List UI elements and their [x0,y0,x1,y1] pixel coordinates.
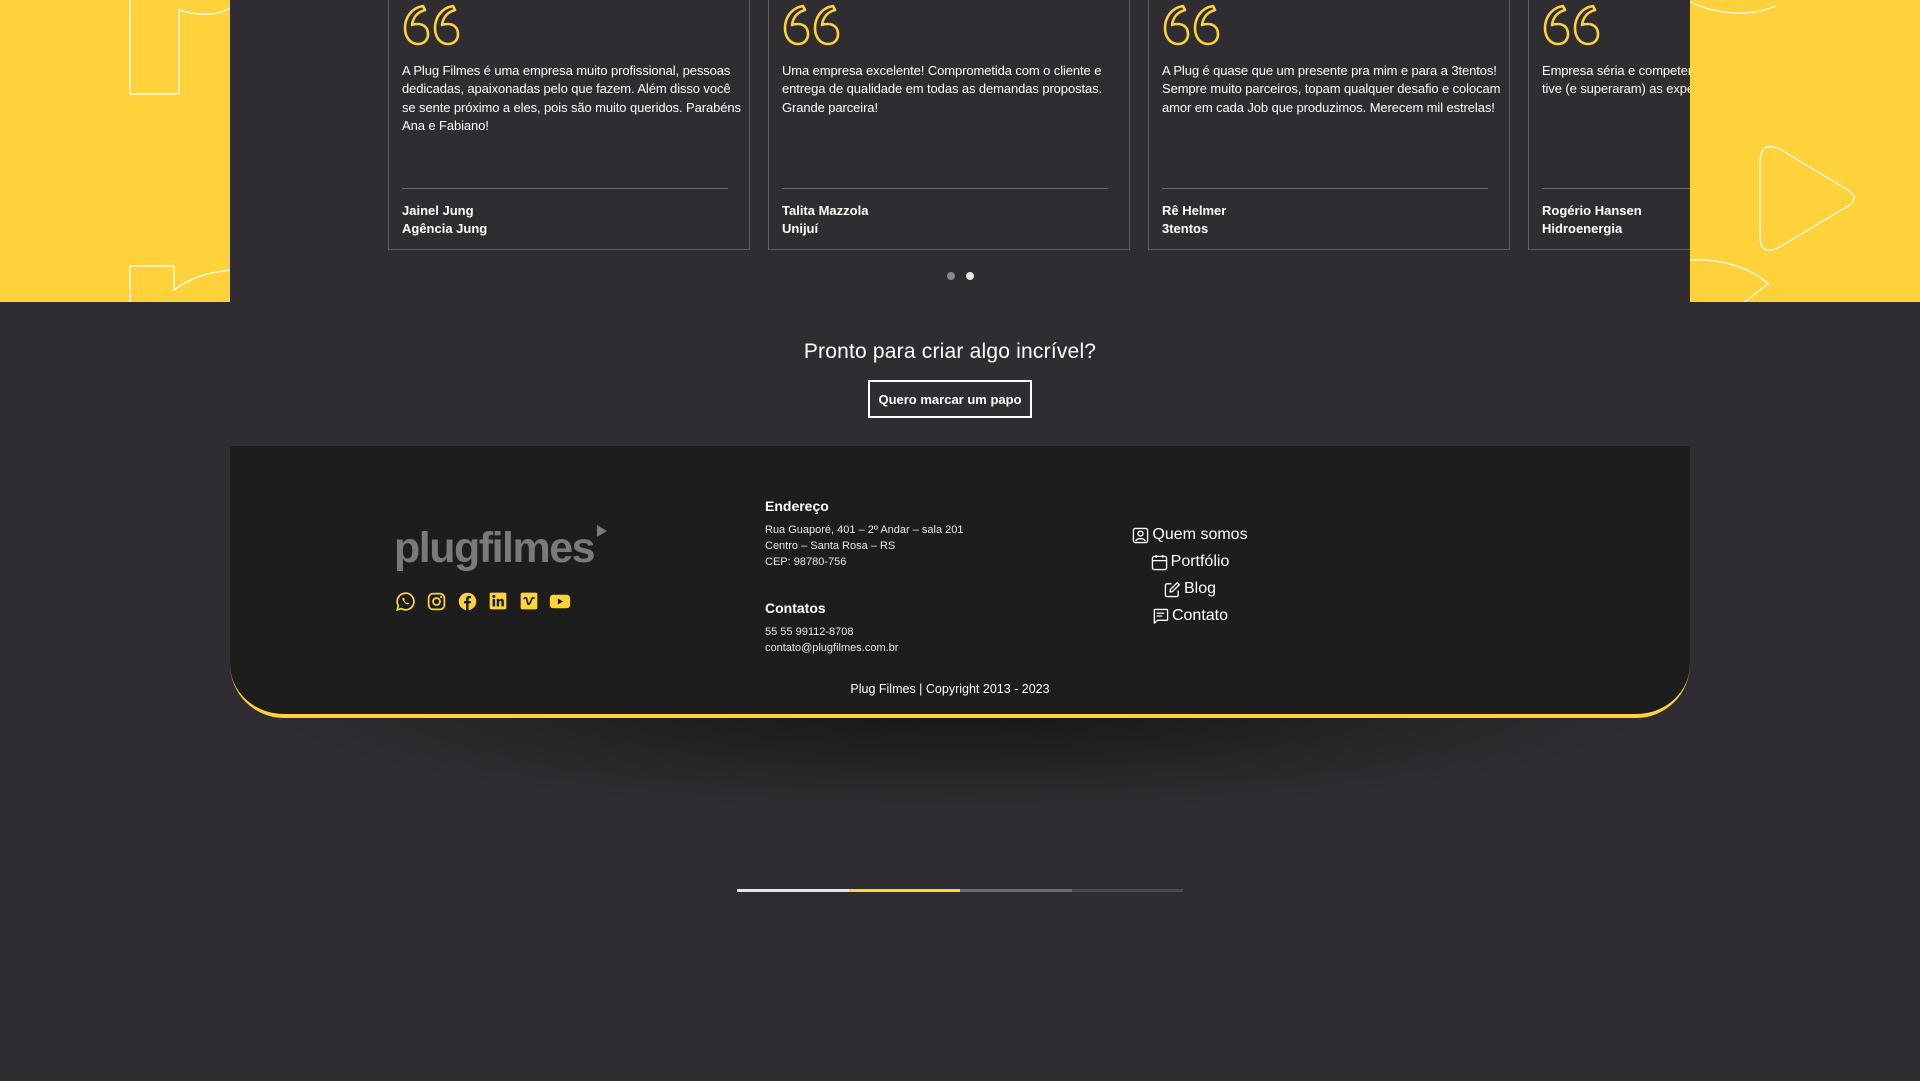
divider [1542,188,1690,189]
testimonials-slider: A Plug Filmes é uma empresa muito profis… [230,0,1690,302]
copyright: Plug Filmes | Copyright 2013 - 2023 [850,682,1050,696]
play-outline-decor-icon [1759,146,1855,251]
address-line: Centro – Santa Rosa – RS [765,540,896,552]
vimeo-icon[interactable] [518,590,540,612]
calendar-icon [1151,554,1167,570]
testimonial-text: Uma empresa excelente! Comprometida com … [782,63,1103,115]
carousel-dot[interactable] [946,272,955,280]
quote-icon [1543,4,1600,46]
testimonials-section: A Plug Filmes é uma empresa muito profis… [0,0,1920,302]
divider [1162,188,1488,189]
address-line: Rua Guaporé, 401 – 2º Andar – sala 201 [765,524,964,536]
testimonial-text: A Plug Filmes é uma empresa muito profis… [402,63,741,134]
nav-label: Blog [1183,580,1217,597]
carousel-pagination [230,272,1690,280]
arc-outline-decor-icon [1690,1,1777,14]
nav-portfolio[interactable]: Portfólio [1090,553,1290,571]
testimonial-author: Jainel Jung [402,203,474,218]
progress-segment [960,889,1072,892]
quote-icon [783,4,840,46]
arc-outline-decor-icon [1690,259,1769,302]
quote-icon [1163,4,1220,46]
plugfilmes-logo[interactable]: plugfilmes [394,524,607,572]
quote-icon [403,4,460,46]
testimonial-card: A Plug é quase que um presente pra mim e… [1148,0,1510,250]
play-icon [597,525,607,537]
testimonial-card: A Plug Filmes é uma empresa muito profis… [388,0,750,250]
address-title: Endereço [765,498,829,514]
testimonial-text: Empresa séria e competente. Todas as exp… [1542,63,1690,97]
nav-label: Contato [1171,607,1229,624]
nav-label: Portfólio [1170,553,1230,570]
logo-text: plugfilmes [394,524,596,572]
testimonial-card: Uma empresa excelente! Comprometida com … [768,0,1130,250]
contacts-title: Contatos [765,600,826,616]
progress-segment [1071,889,1183,892]
progress-segment-active [848,889,960,892]
chat-icon [1153,608,1169,624]
play-outline-decor-icon [129,0,235,95]
progress-segment [737,889,849,892]
testimonial-company: Unijuí [782,221,819,236]
nav-contato[interactable]: Contato [1090,607,1290,625]
testimonial-company: Hidroenergia [1542,221,1623,236]
instagram-icon[interactable] [425,590,447,612]
schedule-chat-button[interactable]: Quero marcar um papo [868,380,1032,418]
youtube-icon[interactable] [549,590,571,612]
testimonial-author: Rê Helmer [1162,203,1227,218]
testimonial-author: Talita Mazzola [782,203,869,218]
facebook-icon[interactable] [456,590,478,612]
email-link[interactable]: contato@plugfilmes.com.br [765,642,898,654]
divider [402,188,728,189]
footer: plugfilmes Endereço Rua Guaporé, 401 – 2… [230,446,1690,718]
person-icon [1133,527,1149,543]
phone-link[interactable]: 55 55 99112-8708 [765,626,854,638]
testimonial-company: 3tentos [1162,221,1209,236]
cta-title: Pronto para criar algo incrível? [803,340,1097,363]
section-progress-bar [737,889,1183,892]
edit-icon [1164,581,1180,597]
nav-blog[interactable]: Blog [1090,580,1290,598]
address-line: CEP: 98780-756 [765,556,847,568]
carousel-dot-active[interactable] [965,272,974,280]
nav-quem-somos[interactable]: Quem somos [1090,526,1290,544]
testimonial-author: Rogério Hansen [1542,203,1642,218]
testimonial-company: Agência Jung [402,221,488,236]
social-links [394,590,571,612]
whatsapp-icon[interactable] [394,590,416,612]
shape-outline-decor-icon [129,265,233,302]
nav-label: Quem somos [1152,526,1248,543]
divider [782,188,1108,189]
testimonial-text: A Plug é quase que um presente pra mim e… [1162,63,1501,115]
linkedin-icon[interactable] [487,590,509,612]
testimonial-card: Empresa séria e competente. Todas as exp… [1528,0,1690,250]
